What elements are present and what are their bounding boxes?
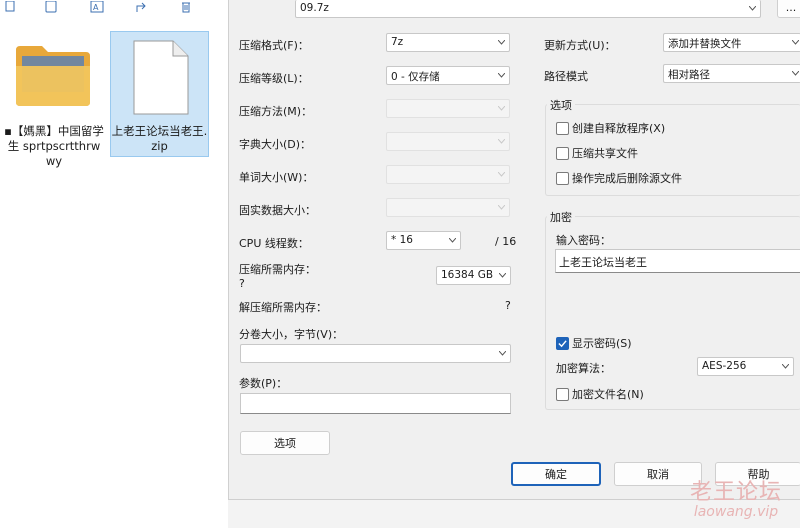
cpu-threads-total: / 16 <box>495 235 517 248</box>
checkmark-icon <box>558 339 567 347</box>
zip-file-name: 上老王论坛当老王.zip <box>111 124 208 153</box>
sfx-checkbox[interactable]: 创建自释放程序(X) <box>556 120 665 136</box>
add-to-archive-dialog: 09.7z ... 压缩格式(F)： 7z 压缩等级(L)： 0 - 仅存储 压… <box>228 0 800 500</box>
paste-icon[interactable] <box>42 0 60 14</box>
delete-icon[interactable] <box>177 0 195 14</box>
parameters-label: 参数(P)： <box>239 377 288 390</box>
chevron-down-icon <box>498 73 505 78</box>
level-value: 0 - 仅存储 <box>391 71 440 83</box>
memory-limit-value: 16384 GB <box>441 269 494 281</box>
volume-size-combo[interactable] <box>240 344 511 363</box>
archive-name-combo[interactable]: 09.7z <box>295 0 761 18</box>
copy-icon[interactable] <box>2 0 20 14</box>
format-label: 压缩格式(F)： <box>239 39 309 52</box>
checkbox-box <box>556 171 569 185</box>
volume-size-label: 分卷大小，字节(V)： <box>239 328 344 341</box>
folder-icon <box>16 46 90 106</box>
path-mode-select[interactable]: 相对路径 <box>663 64 800 83</box>
delete-after-checkbox-label: 操作完成后删除源文件 <box>572 172 682 185</box>
checkbox-box <box>556 336 569 350</box>
update-mode-value: 添加并替换文件 <box>668 38 742 50</box>
options-group-title: 选项 <box>547 97 575 113</box>
dictionary-size-label: 字典大小(D)： <box>239 138 312 151</box>
solid-block-select <box>386 198 510 217</box>
chevron-down-icon <box>498 106 505 111</box>
folder-name: ▪【媽黑】中国留学生 sprtpscrtthrwwy <box>4 124 104 168</box>
memory-limit-select[interactable]: 16384 GB <box>436 266 511 285</box>
watermark-url: laowang.vip <box>693 504 779 520</box>
browse-button[interactable]: ... <box>777 0 800 18</box>
options-button[interactable]: 选项 <box>240 431 330 455</box>
encrypt-names-checkbox[interactable]: 加密文件名(N) <box>556 386 644 402</box>
share-icon[interactable] <box>133 0 151 14</box>
watermark-title: 老王论坛 <box>689 480 782 505</box>
decompress-memory-label: 解压缩所需内存： <box>239 301 327 314</box>
cpu-threads-select[interactable]: * 16 <box>386 231 461 250</box>
shared-files-checkbox-label: 压缩共享文件 <box>572 147 638 160</box>
word-size-select <box>386 165 510 184</box>
shared-files-checkbox[interactable]: 压缩共享文件 <box>556 145 638 161</box>
method-label: 压缩方法(M)： <box>239 105 313 118</box>
path-mode-label: 路径模式 <box>544 70 588 83</box>
chevron-down-icon <box>749 6 756 11</box>
decompress-memory-value: ? <box>505 299 511 312</box>
dictionary-size-select <box>386 132 510 151</box>
format-value: 7z <box>391 36 404 48</box>
zip-file-icon <box>133 40 189 115</box>
chevron-down-icon <box>449 238 456 243</box>
encrypt-names-label: 加密文件名(N) <box>572 388 644 401</box>
chevron-down-icon <box>498 40 505 45</box>
show-password-checkbox[interactable]: 显示密码(S) <box>556 335 632 351</box>
update-mode-select[interactable]: 添加并替换文件 <box>663 33 800 52</box>
level-select[interactable]: 0 - 仅存储 <box>386 66 510 85</box>
parameters-input[interactable] <box>240 393 511 414</box>
checkbox-box <box>556 146 569 160</box>
zip-file-item[interactable]: 上老王论坛当老王.zip <box>110 31 209 157</box>
chevron-down-icon <box>792 71 799 76</box>
chevron-down-icon <box>498 205 505 210</box>
chevron-down-icon <box>498 172 505 177</box>
checkbox-box <box>556 121 569 135</box>
cpu-threads-label: CPU 线程数： <box>239 237 309 250</box>
chevron-down-icon <box>499 273 506 278</box>
password-input[interactable]: 上老王论坛当老王 <box>555 249 800 273</box>
rename-icon[interactable]: A <box>88 0 106 14</box>
encryption-group-title: 加密 <box>547 209 575 225</box>
chevron-down-icon <box>499 351 506 356</box>
path-mode-value: 相对路径 <box>668 69 710 81</box>
word-size-label: 单词大小(W)： <box>239 171 314 184</box>
method-select <box>386 99 510 118</box>
compress-memory-label: 压缩所需内存： <box>239 263 316 276</box>
encryption-method-label: 加密算法： <box>556 362 611 375</box>
cpu-threads-value: * 16 <box>391 234 413 246</box>
chevron-down-icon <box>792 40 799 45</box>
chevron-down-icon <box>498 139 505 144</box>
archive-name-value: 09.7z <box>300 2 329 14</box>
checkbox-box <box>556 387 569 401</box>
chevron-down-icon <box>782 364 789 369</box>
compress-memory-value: ? <box>239 277 245 290</box>
encryption-method-value: AES-256 <box>702 360 747 372</box>
svg-text:A: A <box>93 3 99 12</box>
delete-after-checkbox[interactable]: 操作完成后删除源文件 <box>556 170 682 186</box>
format-select[interactable]: 7z <box>386 33 510 52</box>
ok-button[interactable]: 确定 <box>511 462 601 486</box>
file-explorer: A ▪【媽黑】中国留学生 sprtpscrtthrwwy 上老王论坛当老王.zi… <box>0 0 228 528</box>
update-mode-label: 更新方式(U)： <box>544 39 616 52</box>
solid-block-label: 固实数据大小： <box>239 204 316 217</box>
watermark: 老王论坛 laowang.vip <box>676 474 796 520</box>
password-label: 输入密码： <box>556 234 611 247</box>
encryption-method-select[interactable]: AES-256 <box>697 357 794 376</box>
show-password-label: 显示密码(S) <box>572 337 632 350</box>
sfx-checkbox-label: 创建自释放程序(X) <box>572 122 666 135</box>
level-label: 压缩等级(L)： <box>239 72 309 85</box>
